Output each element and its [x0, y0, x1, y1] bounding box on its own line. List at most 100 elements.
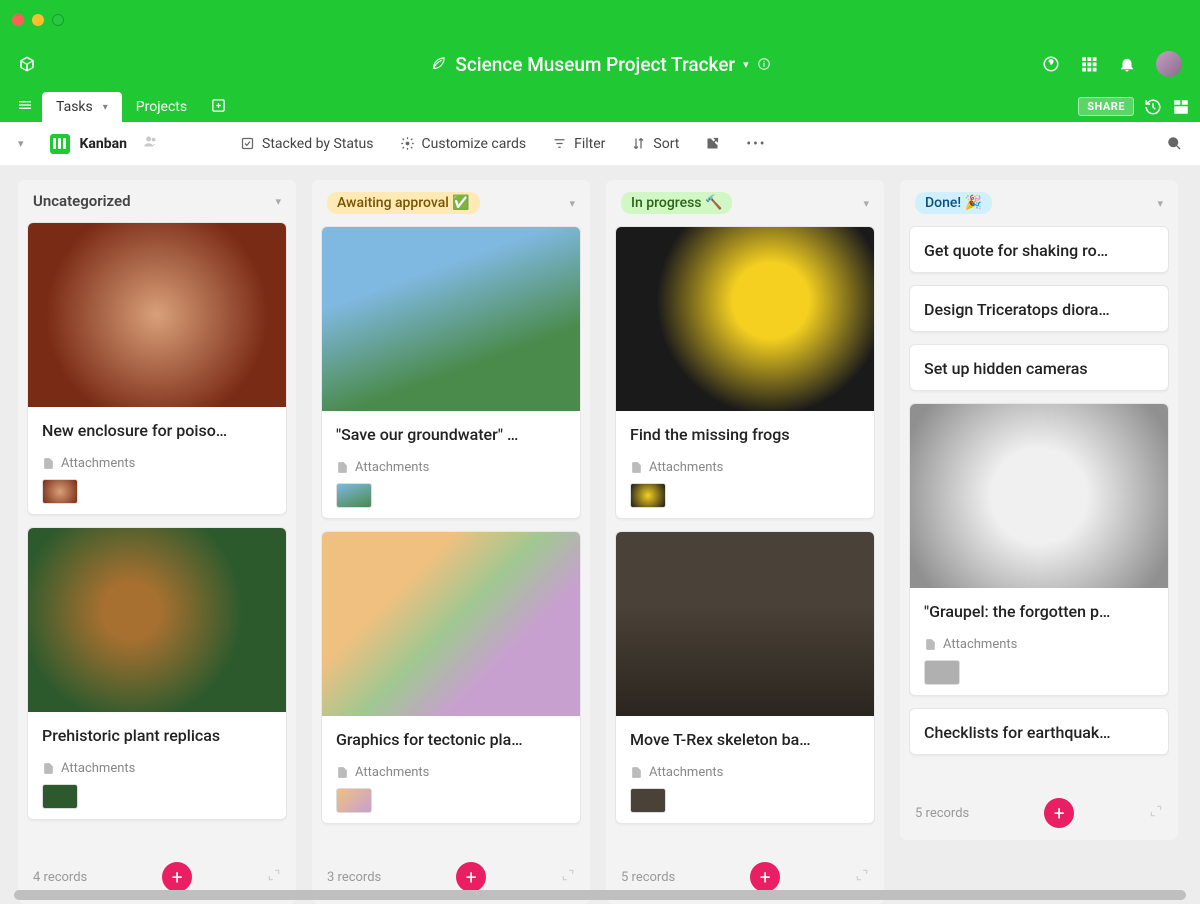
attachments-label: Attachments: [42, 761, 272, 776]
share-button[interactable]: SHARE: [1078, 97, 1134, 116]
tab-label: Projects: [136, 99, 187, 115]
add-tab-button[interactable]: [201, 88, 235, 122]
card[interactable]: Get quote for shaking ro…: [909, 226, 1169, 273]
leaf-icon: [429, 55, 447, 73]
card-image: [616, 227, 874, 411]
attachment-thumb[interactable]: [336, 788, 372, 813]
card-list[interactable]: New enclosure for poiso… Attachments Pre…: [27, 222, 287, 852]
tab-tasks[interactable]: Tasks ▾: [42, 92, 122, 122]
attachment-thumb[interactable]: [630, 788, 666, 813]
horizontal-scrollbar[interactable]: [14, 890, 1186, 900]
more-options-button[interactable]: •••: [746, 136, 766, 152]
card-list[interactable]: "Save our groundwater" … Attachments Gra…: [321, 226, 581, 852]
tab-projects[interactable]: Projects: [122, 92, 201, 122]
column-title: Awaiting approval ✅: [327, 192, 480, 214]
user-avatar[interactable]: [1156, 51, 1182, 77]
card-image: [910, 404, 1168, 588]
app-header: Science Museum Project Tracker ▾: [0, 40, 1200, 88]
card-title: Prehistoric plant replicas: [42, 726, 272, 745]
close-window-button[interactable]: [12, 14, 24, 26]
record-count: 3 records: [327, 870, 381, 885]
bell-icon[interactable]: [1118, 55, 1136, 73]
expand-icon[interactable]: [1149, 804, 1163, 822]
card[interactable]: Checklists for earthquak…: [909, 708, 1169, 755]
chevron-down-icon: ▾: [103, 102, 108, 113]
people-icon: [143, 134, 158, 153]
sort-label: Sort: [653, 136, 679, 152]
chevron-down-icon: ▾: [743, 58, 749, 71]
card-image: [616, 532, 874, 716]
attachment-thumb[interactable]: [924, 660, 960, 685]
zoom-window-button[interactable]: [52, 14, 64, 26]
view-toolbar: ▾ Kanban Stacked by Status Customize car…: [0, 122, 1200, 166]
stacked-by-button[interactable]: Stacked by Status: [240, 136, 374, 152]
card[interactable]: Move T-Rex skeleton ba… Attachments: [615, 531, 875, 824]
card-image: [28, 528, 286, 712]
workspace-title[interactable]: Science Museum Project Tracker ▾: [429, 53, 770, 76]
card[interactable]: "Graupel: the forgotten p… Attachments: [909, 403, 1169, 696]
attachments-label: Attachments: [630, 460, 860, 475]
card-title: Set up hidden cameras: [924, 359, 1154, 378]
attachments-label: Attachments: [924, 637, 1154, 652]
card-title: Design Triceratops diora…: [924, 300, 1154, 319]
attachments-label: Attachments: [630, 765, 860, 780]
open-external-button[interactable]: [705, 136, 720, 151]
workspace-title-text: Science Museum Project Tracker: [455, 53, 735, 76]
menu-button[interactable]: [8, 88, 42, 122]
view-name: Kanban: [80, 136, 127, 152]
attachment-thumb[interactable]: [336, 483, 372, 508]
add-card-button[interactable]: +: [162, 862, 192, 892]
card-title: Graphics for tectonic pla…: [336, 730, 566, 749]
filter-button[interactable]: Filter: [552, 136, 605, 152]
card-title: "Graupel: the forgotten p…: [924, 602, 1154, 621]
expand-icon[interactable]: [855, 868, 869, 886]
card-title: Checklists for earthquak…: [924, 723, 1154, 742]
attachment-thumb[interactable]: [42, 784, 78, 809]
record-count: 5 records: [915, 806, 969, 821]
card[interactable]: Set up hidden cameras: [909, 344, 1169, 391]
column-uncategorized: Uncategorized ▾ New enclosure for poiso……: [18, 180, 296, 904]
column-menu-icon[interactable]: ▾: [1157, 197, 1163, 210]
card-image: [322, 532, 580, 716]
card[interactable]: "Save our groundwater" … Attachments: [321, 226, 581, 519]
card[interactable]: Design Triceratops diora…: [909, 285, 1169, 332]
help-icon[interactable]: [1042, 55, 1060, 73]
customize-cards-button[interactable]: Customize cards: [400, 136, 527, 152]
attachment-thumb[interactable]: [42, 479, 78, 504]
record-count: 5 records: [621, 870, 675, 885]
blocks-icon[interactable]: [1172, 98, 1190, 116]
search-button[interactable]: [1167, 136, 1182, 151]
tab-bar: Tasks ▾ Projects SHARE: [0, 88, 1200, 122]
tab-label: Tasks: [56, 99, 93, 115]
traffic-lights: [12, 14, 64, 26]
column-menu-icon[interactable]: ▾: [569, 197, 575, 210]
expand-icon[interactable]: [267, 868, 281, 886]
apps-grid-icon[interactable]: [1080, 55, 1098, 73]
view-switcher[interactable]: Kanban: [50, 134, 158, 154]
add-card-button[interactable]: +: [750, 862, 780, 892]
minimize-window-button[interactable]: [32, 14, 44, 26]
card[interactable]: Graphics for tectonic pla… Attachments: [321, 531, 581, 824]
column-title: Done! 🎉: [915, 192, 992, 214]
column-menu-icon[interactable]: ▾: [275, 195, 281, 208]
card-list[interactable]: Find the missing frogs Attachments Move …: [615, 226, 875, 852]
column-menu-icon[interactable]: ▾: [863, 197, 869, 210]
add-card-button[interactable]: +: [1044, 798, 1074, 828]
card-image: [322, 227, 580, 411]
card-image: [28, 223, 286, 407]
card-list[interactable]: Get quote for shaking ro… Design Tricera…: [909, 226, 1169, 788]
column-in-progress: In progress 🔨 ▾ Find the missing frogs A…: [606, 180, 884, 904]
column-title: In progress 🔨: [621, 192, 732, 214]
card-title: New enclosure for poiso…: [42, 421, 272, 440]
expand-icon[interactable]: [561, 868, 575, 886]
card[interactable]: New enclosure for poiso… Attachments: [27, 222, 287, 515]
views-dropdown-icon[interactable]: ▾: [18, 137, 24, 150]
card[interactable]: Prehistoric plant replicas Attachments: [27, 527, 287, 820]
attachment-thumb[interactable]: [630, 483, 666, 508]
add-card-button[interactable]: +: [456, 862, 486, 892]
column-awaiting: Awaiting approval ✅ ▾ "Save our groundwa…: [312, 180, 590, 904]
sort-button[interactable]: Sort: [631, 136, 679, 152]
card[interactable]: Find the missing frogs Attachments: [615, 226, 875, 519]
info-icon[interactable]: [757, 57, 771, 71]
history-icon[interactable]: [1144, 98, 1162, 116]
